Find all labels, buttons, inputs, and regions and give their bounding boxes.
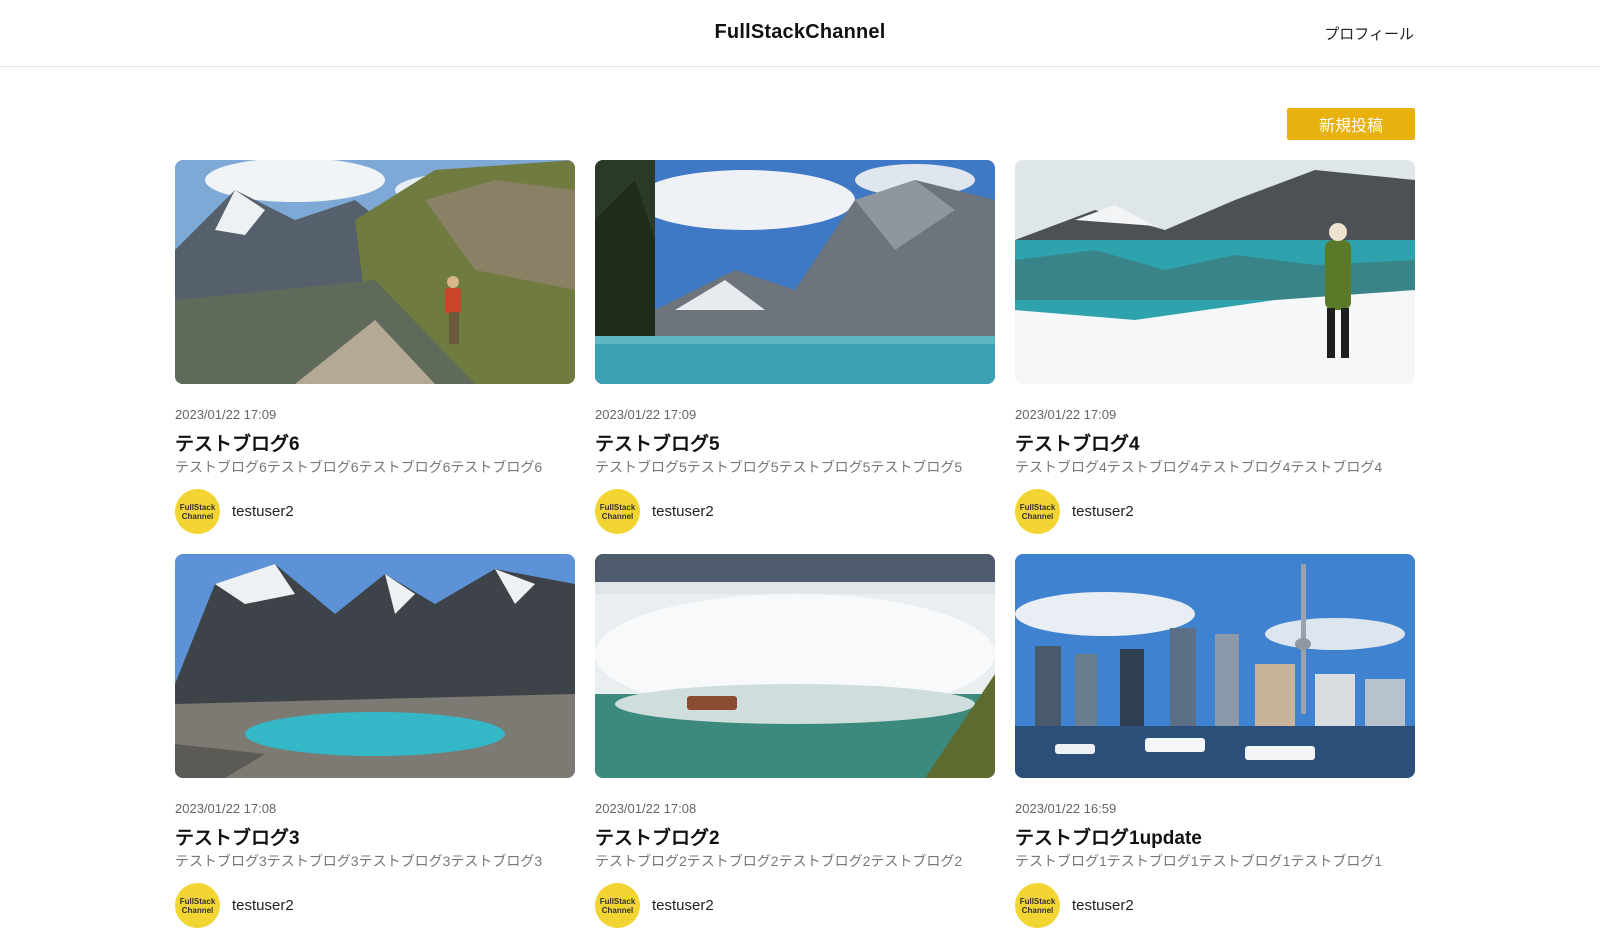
avatar: FullStack Channel — [175, 489, 220, 534]
post-excerpt: テストブログ3テストブログ3テストブログ3テストブログ3 — [175, 853, 543, 869]
post-date: 2023/01/22 17:09 — [1015, 407, 1117, 422]
post-title[interactable]: テストブログ1update — [1015, 823, 1415, 849]
post-card[interactable]: 2023/01/22 17:08 テストブログ2 テストブログ2テストブログ2テ… — [595, 554, 995, 928]
site-header: FullStackChannel プロフィール — [0, 0, 1600, 67]
post-author[interactable]: FullStack Channel testuser2 — [595, 489, 995, 534]
post-thumbnail-image[interactable] — [595, 160, 995, 384]
author-name[interactable]: testuser2 — [232, 503, 294, 520]
post-card[interactable]: 2023/01/22 17:08 テストブログ3 テストブログ3テストブログ3テ… — [175, 554, 575, 928]
avatar-text-line1: FullStack — [599, 896, 636, 906]
post-title[interactable]: テストブログ6 — [175, 429, 575, 455]
new-post-button[interactable]: 新規投稿 — [1287, 108, 1415, 140]
post-thumbnail-image[interactable] — [1015, 554, 1415, 778]
post-author[interactable]: FullStack Channel testuser2 — [1015, 883, 1415, 928]
post-card[interactable]: 2023/01/22 16:59 テストブログ1update テストブログ1テス… — [1015, 554, 1415, 928]
post-title[interactable]: テストブログ4 — [1015, 429, 1415, 455]
avatar-text-line2: Channel — [181, 511, 214, 521]
avatar-text-line2: Channel — [601, 511, 634, 521]
post-author[interactable]: FullStack Channel testuser2 — [1015, 489, 1415, 534]
post-title[interactable]: テストブログ3 — [175, 823, 575, 849]
site-title-link[interactable]: FullStackChannel — [714, 21, 885, 43]
post-thumbnail-image[interactable] — [175, 160, 575, 384]
post-grid: 2023/01/22 17:09 テストブログ6 テストブログ6テストブログ6テ… — [175, 160, 1415, 928]
post-date: 2023/01/22 17:08 — [595, 801, 697, 816]
avatar: FullStack Channel — [1015, 883, 1060, 928]
avatar-text-line1: FullStack — [1019, 896, 1056, 906]
avatar-text-line1: FullStack — [599, 502, 636, 512]
avatar-text-line2: Channel — [1021, 511, 1054, 521]
post-author[interactable]: FullStack Channel testuser2 — [595, 883, 995, 928]
post-date: 2023/01/22 17:08 — [175, 801, 277, 816]
post-card[interactable]: 2023/01/22 17:09 テストブログ6 テストブログ6テストブログ6テ… — [175, 160, 575, 534]
post-excerpt: テストブログ1テストブログ1テストブログ1テストブログ1 — [1015, 853, 1383, 869]
avatar-text-line1: FullStack — [179, 502, 216, 512]
avatar: FullStack Channel — [595, 489, 640, 534]
post-title[interactable]: テストブログ2 — [595, 823, 995, 849]
avatar-text-line2: Channel — [601, 905, 634, 915]
post-card[interactable]: 2023/01/22 17:09 テストブログ5 テストブログ5テストブログ5テ… — [595, 160, 995, 534]
author-name[interactable]: testuser2 — [652, 503, 714, 520]
post-date: 2023/01/22 17:09 — [175, 407, 277, 422]
post-thumbnail-image[interactable] — [595, 554, 995, 778]
post-excerpt: テストブログ4テストブログ4テストブログ4テストブログ4 — [1015, 459, 1383, 475]
avatar: FullStack Channel — [595, 883, 640, 928]
post-date: 2023/01/22 16:59 — [1015, 801, 1117, 816]
author-name[interactable]: testuser2 — [1072, 503, 1134, 520]
avatar: FullStack Channel — [1015, 489, 1060, 534]
post-title[interactable]: テストブログ5 — [595, 429, 995, 455]
avatar-text-line2: Channel — [181, 905, 214, 915]
post-author[interactable]: FullStack Channel testuser2 — [175, 489, 575, 534]
post-excerpt: テストブログ6テストブログ6テストブログ6テストブログ6 — [175, 459, 543, 475]
avatar: FullStack Channel — [175, 883, 220, 928]
avatar-text-line1: FullStack — [179, 896, 216, 906]
post-excerpt: テストブログ2テストブログ2テストブログ2テストブログ2 — [595, 853, 963, 869]
profile-link[interactable]: プロフィール — [1324, 23, 1414, 44]
post-author[interactable]: FullStack Channel testuser2 — [175, 883, 575, 928]
post-card[interactable]: 2023/01/22 17:09 テストブログ4 テストブログ4テストブログ4テ… — [1015, 160, 1415, 534]
post-excerpt: テストブログ5テストブログ5テストブログ5テストブログ5 — [595, 459, 963, 475]
post-thumbnail-image[interactable] — [175, 554, 575, 778]
post-date: 2023/01/22 17:09 — [595, 407, 697, 422]
avatar-text-line1: FullStack — [1019, 502, 1056, 512]
post-thumbnail-image[interactable] — [1015, 160, 1415, 384]
avatar-text-line2: Channel — [1021, 905, 1054, 915]
